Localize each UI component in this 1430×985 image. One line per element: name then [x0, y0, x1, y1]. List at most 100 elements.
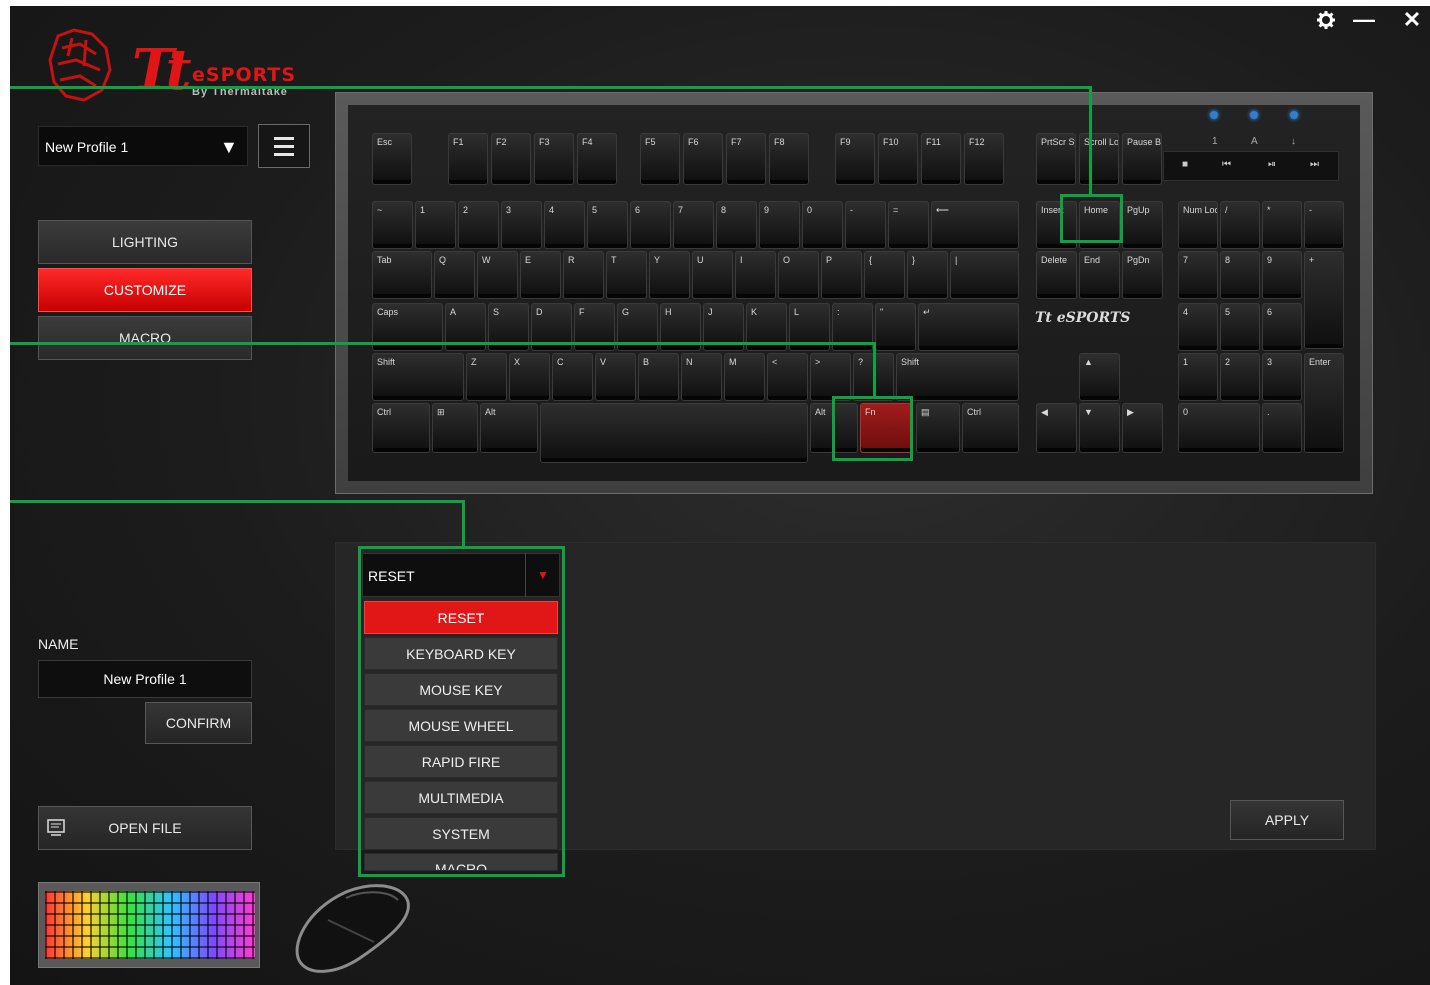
key-arrow-up[interactable]: ▲ [1079, 353, 1120, 401]
key-menu[interactable]: ▤ [916, 403, 960, 453]
key-11-home[interactable]: " [875, 303, 916, 351]
key-num-lock[interactable]: Num Lock [1178, 201, 1218, 249]
key-number-5[interactable]: 5 [587, 201, 628, 249]
key-number-4[interactable]: 4 [544, 201, 585, 249]
key-12-top[interactable]: } [907, 251, 948, 299]
key-f5[interactable]: F5 [640, 133, 680, 185]
key-space[interactable] [540, 403, 808, 463]
key-num-0[interactable]: 0 [1178, 403, 1260, 453]
key-5-bottom[interactable]: B [638, 353, 679, 401]
next-track-icon[interactable]: ⏭ [1310, 159, 1319, 170]
mouse-thumbnail[interactable] [288, 880, 414, 978]
key-num-3[interactable]: 3 [1262, 353, 1302, 401]
key-3-bottom[interactable]: C [552, 353, 593, 401]
key-f1[interactable]: F1 [448, 133, 488, 185]
key-right-ctrl[interactable]: Ctrl [962, 403, 1019, 453]
key-7-bottom[interactable]: M [724, 353, 765, 401]
key-num-7[interactable]: 7 [1178, 251, 1218, 299]
key-f9[interactable]: F9 [835, 133, 875, 185]
customize-button[interactable]: CUSTOMIZE [38, 268, 252, 312]
key-arrow-right[interactable]: ▶ [1122, 403, 1163, 453]
key-num-2[interactable]: 2 [1220, 353, 1260, 401]
key-f7[interactable]: F7 [726, 133, 766, 185]
key-num-enter[interactable]: Enter [1304, 353, 1344, 453]
key-num-decimal[interactable]: . [1262, 403, 1302, 453]
stop-icon[interactable]: ■ [1182, 159, 1188, 170]
apply-button[interactable]: APPLY [1230, 800, 1344, 840]
previous-track-icon[interactable]: ⏮ [1222, 159, 1231, 170]
key-f10[interactable]: F10 [878, 133, 918, 185]
key-num-plus[interactable]: + [1304, 251, 1344, 349]
key-6-top[interactable]: Y [649, 251, 690, 299]
confirm-button[interactable]: CONFIRM [145, 702, 252, 744]
key-arrow-left[interactable]: ◀ [1036, 403, 1077, 453]
lighting-button[interactable]: LIGHTING [38, 220, 252, 264]
play-pause-icon[interactable]: ⏯ [1268, 159, 1276, 170]
key-number-12[interactable]: = [888, 201, 929, 249]
key-f3[interactable]: F3 [534, 133, 574, 185]
key-number-10[interactable]: 0 [802, 201, 843, 249]
key-number-2[interactable]: 2 [458, 201, 499, 249]
key-10-top[interactable]: P [821, 251, 862, 299]
key-enter[interactable]: ↵ [918, 303, 1019, 351]
key-pause-break[interactable]: Pause Break [1122, 133, 1162, 185]
key-11-top[interactable]: { [864, 251, 905, 299]
key-5-top[interactable]: T [606, 251, 647, 299]
key-num-1[interactable]: 1 [1178, 353, 1218, 401]
key-number-6[interactable]: 6 [630, 201, 671, 249]
key-num-divide[interactable]: / [1220, 201, 1260, 249]
gear-icon[interactable] [1308, 6, 1344, 34]
profile-select[interactable]: New Profile 1 [38, 126, 248, 166]
key-pgdn[interactable]: PgDn [1122, 251, 1163, 299]
profile-name-input[interactable]: New Profile 1 [38, 660, 252, 698]
key-prtscr-sysrq[interactable]: PrtScr SysRq [1036, 133, 1076, 185]
key-left-shift[interactable]: Shift [372, 353, 464, 401]
key-windows[interactable]: ⊞ [432, 403, 478, 453]
macro-button[interactable]: MACRO [38, 316, 252, 360]
key-right-shift[interactable]: Shift [896, 353, 1019, 401]
key-2-bottom[interactable]: X [509, 353, 550, 401]
chevron-down-icon[interactable]: ▼ [220, 137, 238, 158]
key-f2[interactable]: F2 [491, 133, 531, 185]
key-delete[interactable]: Delete [1036, 251, 1077, 299]
key-number-3[interactable]: 3 [501, 201, 542, 249]
key-number-8[interactable]: 8 [716, 201, 757, 249]
key-f4[interactable]: F4 [577, 133, 617, 185]
key-scroll-lock[interactable]: Scroll Lock [1079, 133, 1119, 185]
open-file-button[interactable]: OPEN FILE [38, 806, 252, 850]
key-f6[interactable]: F6 [683, 133, 723, 185]
key-tab[interactable]: Tab [372, 251, 432, 299]
key-f12[interactable]: F12 [964, 133, 1004, 185]
key-end[interactable]: End [1079, 251, 1120, 299]
key-esc[interactable]: Esc [372, 133, 412, 185]
key-arrow-down[interactable]: ▼ [1079, 403, 1120, 453]
key-7-top[interactable]: U [692, 251, 733, 299]
key-9-top[interactable]: O [778, 251, 819, 299]
key-pgup[interactable]: PgUp [1122, 201, 1163, 249]
key-number-0[interactable]: ~ [372, 201, 413, 249]
key-num-minus[interactable]: - [1304, 201, 1344, 249]
key-2-top[interactable]: W [477, 251, 518, 299]
key-9-bottom[interactable]: > [810, 353, 851, 401]
key-num-5[interactable]: 5 [1220, 303, 1260, 351]
hamburger-menu-button[interactable] [258, 124, 310, 168]
key-8-bottom[interactable]: < [767, 353, 808, 401]
key-num-8[interactable]: 8 [1220, 251, 1260, 299]
key-f8[interactable]: F8 [769, 133, 809, 185]
key-number-7[interactable]: 7 [673, 201, 714, 249]
key-1-top[interactable]: Q [434, 251, 475, 299]
key-num-multiply[interactable]: * [1262, 201, 1302, 249]
key-f11[interactable]: F11 [921, 133, 961, 185]
key-backspace[interactable]: ⟵ [931, 201, 1019, 249]
key-1-bottom[interactable]: Z [466, 353, 507, 401]
key-8-top[interactable]: I [735, 251, 776, 299]
minimize-button[interactable]: — [1346, 6, 1382, 34]
key-num-9[interactable]: 9 [1262, 251, 1302, 299]
key-number-11[interactable]: - [845, 201, 886, 249]
key-4-bottom[interactable]: V [595, 353, 636, 401]
key-number-9[interactable]: 9 [759, 201, 800, 249]
close-button[interactable]: ✕ [1394, 6, 1430, 34]
key-6-bottom[interactable]: N [681, 353, 722, 401]
key-number-1[interactable]: 1 [415, 201, 456, 249]
rgb-keyboard-thumbnail[interactable] [38, 882, 260, 968]
